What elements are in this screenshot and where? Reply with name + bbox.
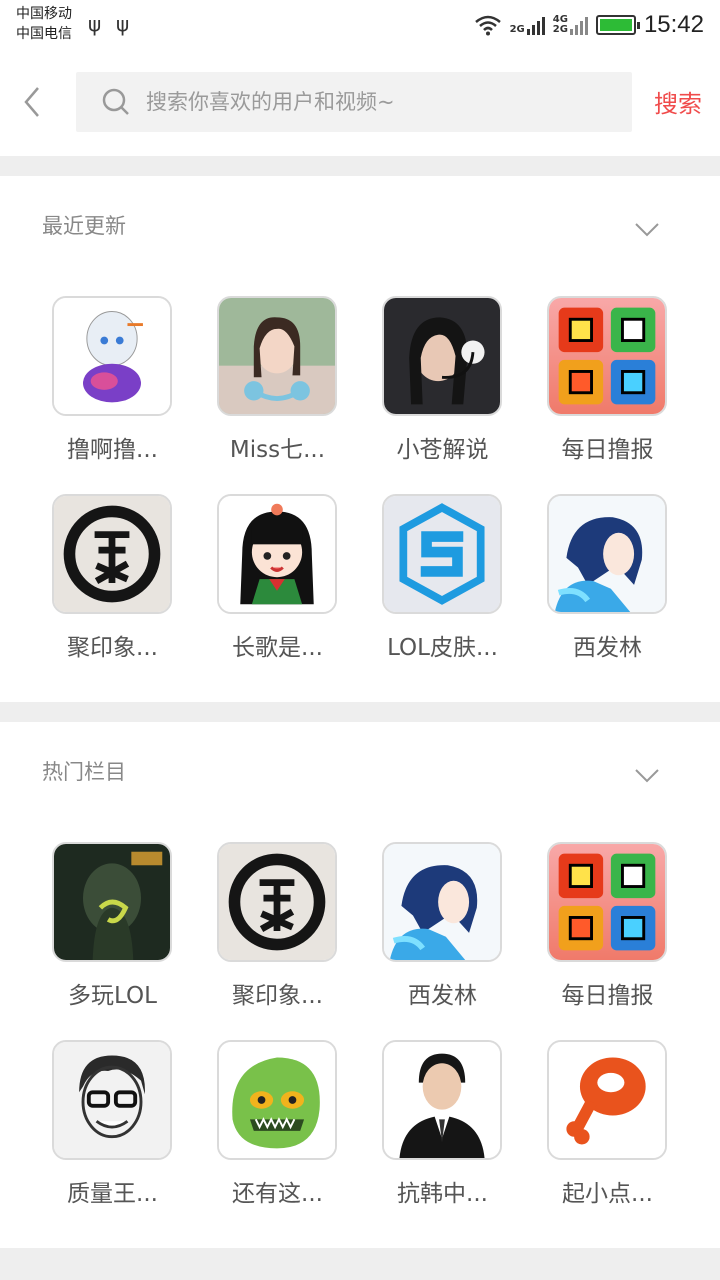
avatar-tile[interactable]: 长歌是... [180, 494, 345, 674]
chevron-down-icon[interactable] [634, 222, 660, 238]
search-box[interactable] [76, 72, 632, 132]
headset-caster-avatar-icon [382, 296, 502, 416]
avatar-tile[interactable]: LOL皮肤... [345, 494, 510, 674]
usb-icon: ψ [88, 12, 102, 36]
search-button[interactable]: 搜索 [654, 84, 702, 119]
avatar-tile[interactable]: 每日撸报 [510, 842, 675, 1022]
avatar-tile[interactable]: 小苍解说 [345, 296, 510, 476]
clock: 15:42 [643, 11, 704, 38]
search-icon [102, 88, 129, 115]
avatar-tile[interactable]: 西发林 [510, 494, 675, 674]
avatar-tile[interactable]: 西发林 [345, 842, 510, 1022]
avatar-tile[interactable]: Miss七... [180, 296, 345, 476]
chevron-down-icon[interactable] [634, 768, 660, 784]
avatar-tile[interactable]: 多玩LOL [15, 842, 180, 1022]
blue-hair-anime-avatar-icon [382, 842, 502, 962]
section-title-hot: 热门栏目 [42, 760, 126, 784]
back-arrow-icon[interactable] [18, 82, 48, 122]
green-monster-avatar-icon [217, 1040, 337, 1160]
anime-girl-avatar-icon [52, 296, 172, 416]
search-bar: 搜索 [0, 60, 720, 144]
wifi-icon [474, 15, 501, 36]
avatar-tile[interactable]: 撸啊撸... [15, 296, 180, 476]
divider [0, 1248, 720, 1280]
divider [0, 702, 720, 722]
avatar-label: 每日撸报 [561, 983, 654, 1009]
carrier-1: 中国移动 [16, 6, 72, 22]
divider [0, 156, 720, 176]
daily-news-logo-icon [547, 296, 667, 416]
carrier-2: 中国电信 [16, 26, 72, 42]
ink-circle-logo-icon [217, 842, 337, 962]
meat-drumstick-logo-icon [547, 1040, 667, 1160]
status-icons: 2G 4G 2G 15:42 [474, 8, 704, 42]
carrier-labels: 中国移动 中国电信 [16, 4, 72, 44]
battery-icon [595, 15, 640, 35]
hot-columns-section: 热门栏目 多玩LOL 聚印象... 西发林每日撸报质量王... 还有这... 抗韩中..… [0, 722, 720, 1248]
section-title-recent: 最近更新 [42, 214, 126, 238]
avatar-tile[interactable]: 还有这... [180, 1040, 345, 1220]
avatar-label: 每日撸报 [561, 437, 654, 463]
daily-news-logo-icon [547, 842, 667, 962]
suit-man-avatar-icon [382, 1040, 502, 1160]
blue-hair-anime-avatar-icon [547, 494, 667, 614]
avatar-tile[interactable]: 抗韩中... [345, 1040, 510, 1220]
signal-1-icon: 2G [510, 15, 545, 35]
blue-s-logo-icon [382, 494, 502, 614]
avatar-tile[interactable]: 聚印象... [180, 842, 345, 1022]
lol-champion-avatar-icon [52, 842, 172, 962]
avatar-label: 西发林 [573, 635, 642, 661]
status-bar: 中国移动 中国电信 ψ ψ 2G 4G 2G 15:42 [0, 0, 720, 50]
recent-updates-section: 最近更新 撸啊撸... Miss七... 小苍解说每日撸报聚印象... 长歌是... L… [0, 176, 720, 702]
signal-2-icon: 4G 2G [553, 15, 588, 35]
ink-circle-logo-icon [52, 494, 172, 614]
avatar-tile[interactable]: 起小点... [510, 1040, 675, 1220]
avatar-tile[interactable]: 质量王... [15, 1040, 180, 1220]
sketch-glasses-avatar-icon [52, 1040, 172, 1160]
search-input[interactable] [146, 90, 586, 114]
avatar-label: 起小点... [562, 1181, 653, 1207]
avatar-tile[interactable]: 每日撸报 [510, 296, 675, 476]
avatar-tile[interactable]: 聚印象... [15, 494, 180, 674]
chibi-girl-avatar-icon [217, 494, 337, 614]
girl-headphones-avatar-icon [217, 296, 337, 416]
usb-icon: ψ [116, 12, 130, 36]
